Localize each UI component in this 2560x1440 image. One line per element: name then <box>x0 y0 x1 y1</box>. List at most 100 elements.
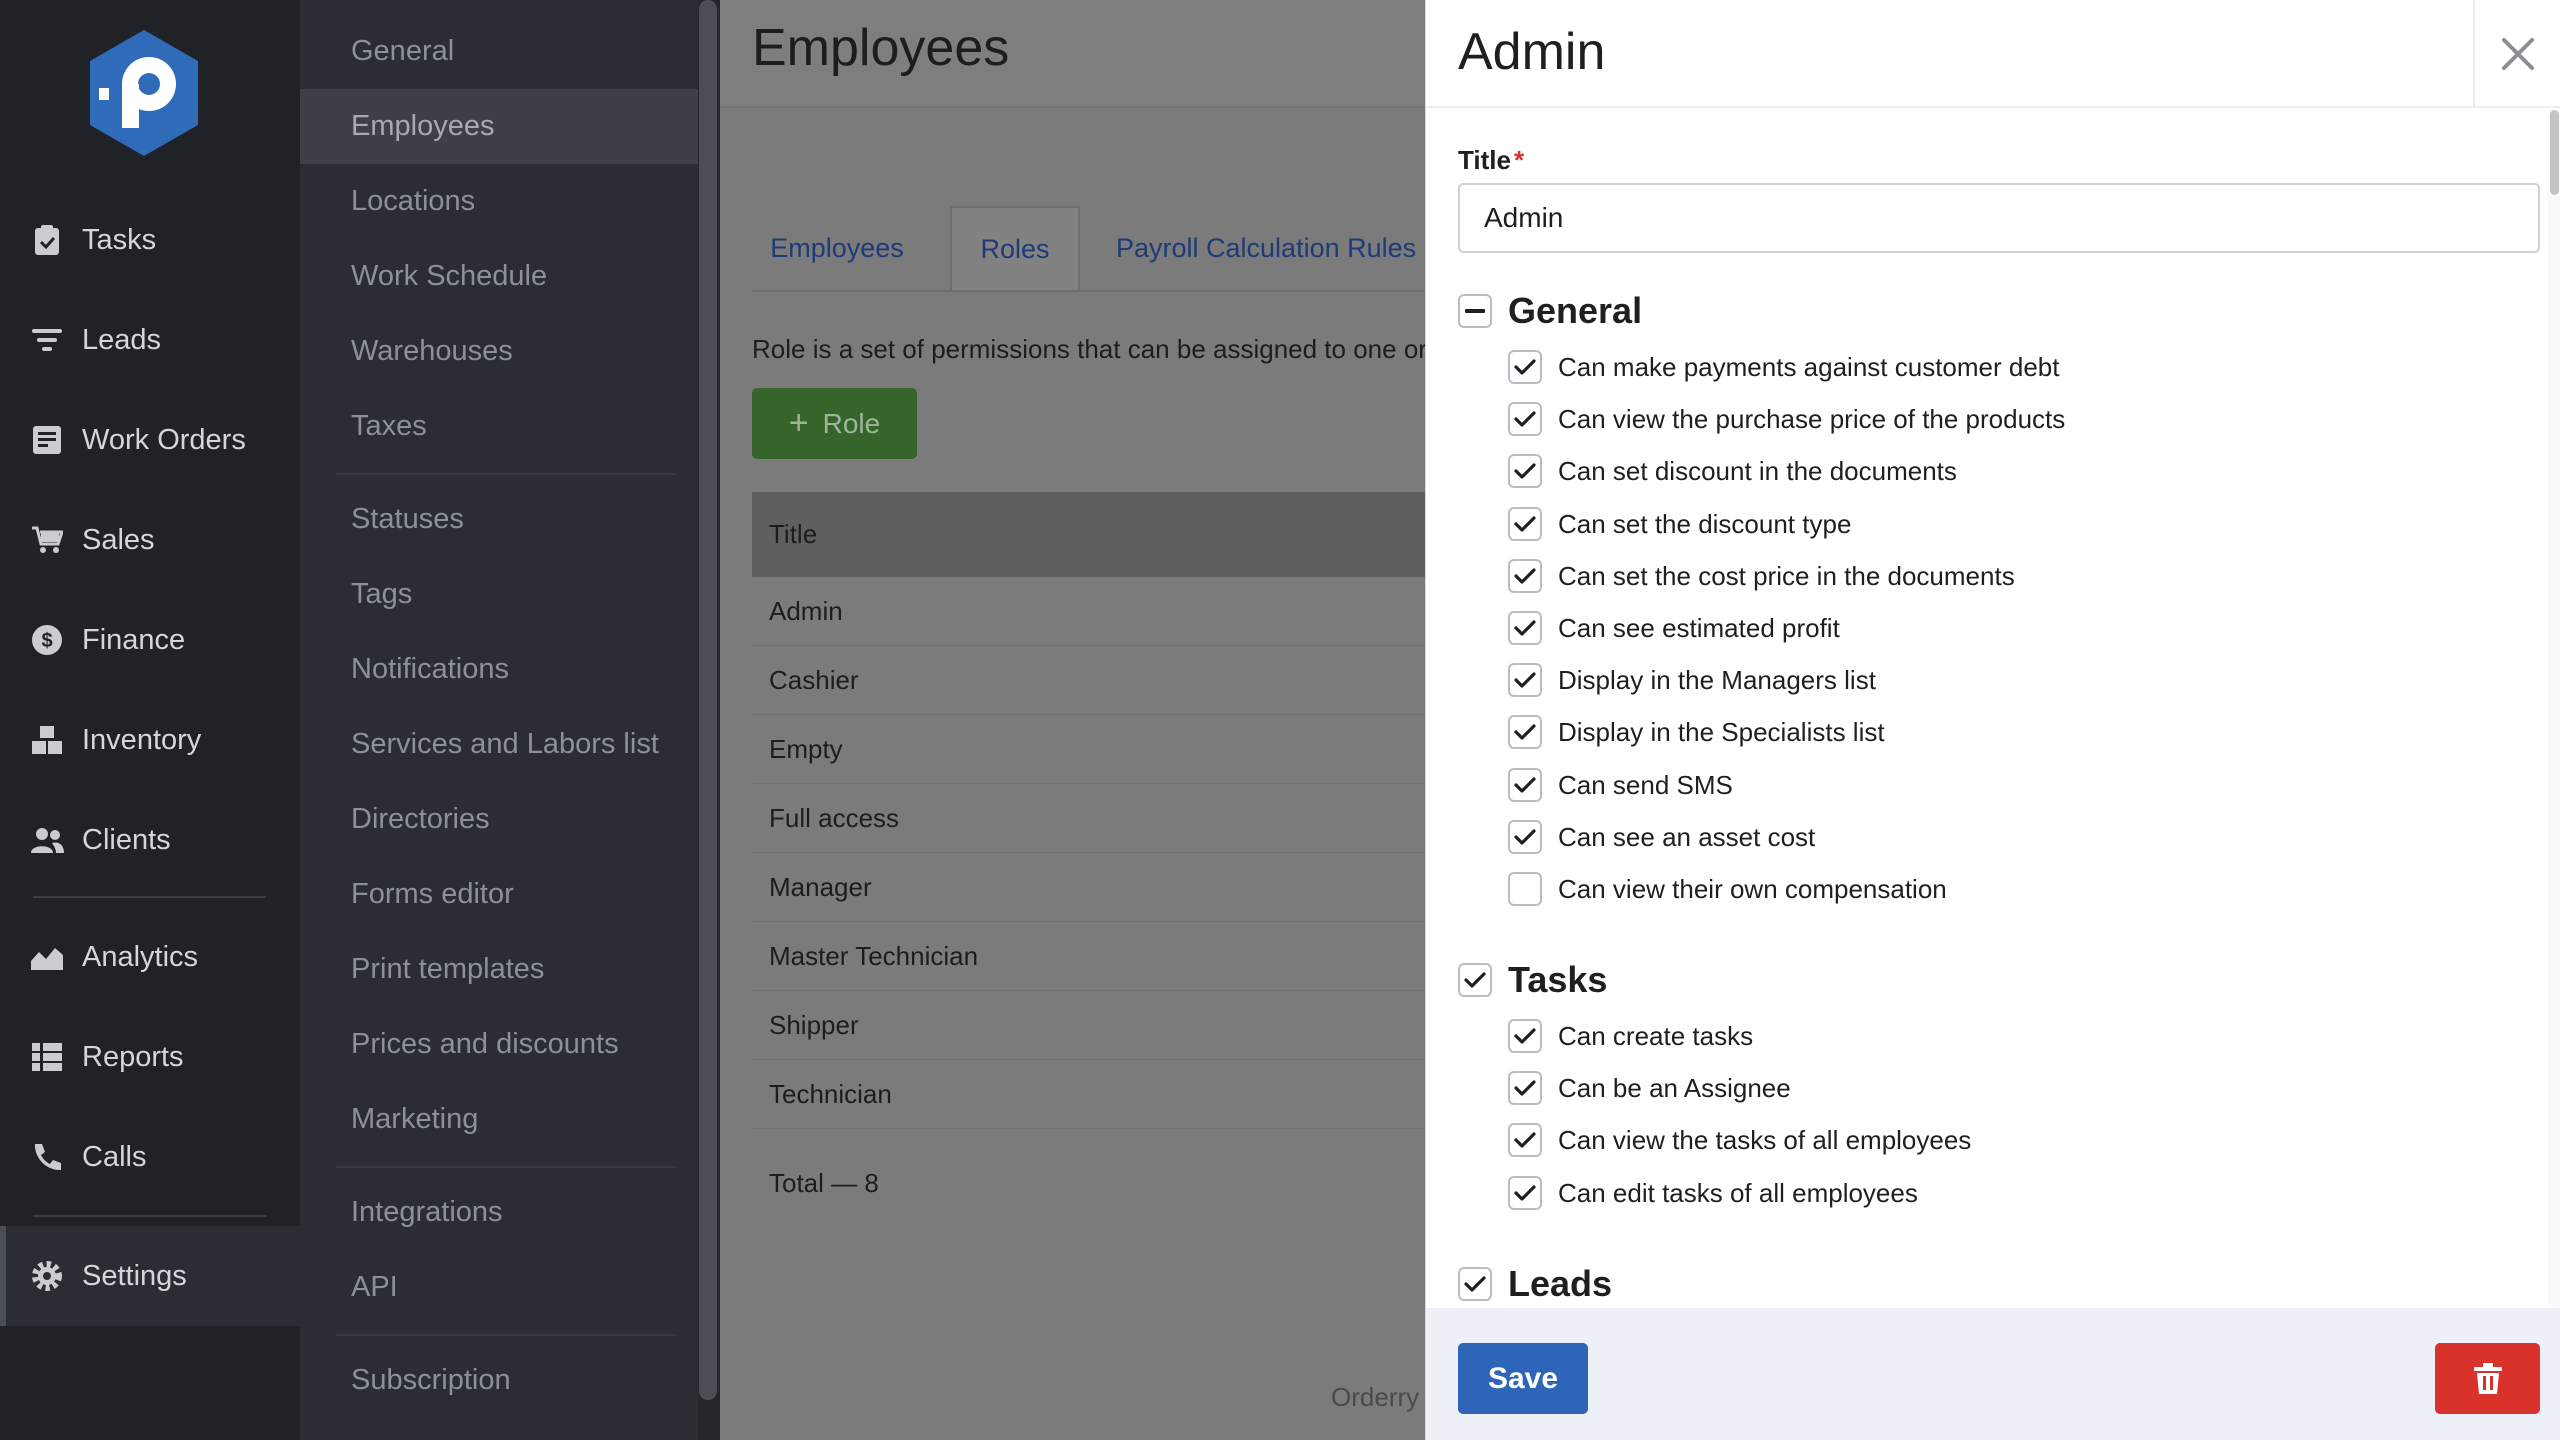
permission-item[interactable]: Can view the tasks of all employees <box>1508 1120 1971 1160</box>
nav-item-label: Work Orders <box>82 423 246 456</box>
submenu-item-locations[interactable]: Locations <box>300 164 698 239</box>
submenu-item-prices-discounts[interactable]: Prices and discounts <box>300 1007 698 1082</box>
nav-item-sales[interactable]: Sales <box>0 490 300 590</box>
permission-item[interactable]: Can send SMS <box>1508 765 1733 805</box>
clipboard-check-icon <box>30 223 64 257</box>
section-partial-checkbox[interactable] <box>1458 294 1492 328</box>
permission-checkbox[interactable] <box>1508 507 1542 541</box>
permission-checkbox[interactable] <box>1508 1176 1542 1210</box>
tab-payroll-rules[interactable]: Payroll Calculation Rules <box>1100 206 1425 291</box>
submenu-divider <box>336 1166 676 1168</box>
permission-checkbox[interactable] <box>1508 1019 1542 1053</box>
save-button[interactable]: Save <box>1458 1343 1588 1414</box>
permission-label: Can send SMS <box>1558 769 1733 800</box>
permission-checkbox[interactable] <box>1508 1123 1542 1157</box>
submenu-item-statuses[interactable]: Statuses <box>300 482 698 557</box>
submenu-item-services-labors[interactable]: Services and Labors list <box>300 707 698 782</box>
permission-item[interactable]: Display in the Specialists list <box>1508 712 1885 752</box>
table-row[interactable]: Manager <box>752 853 1425 922</box>
permission-item[interactable]: Can set discount in the documents <box>1508 451 1957 491</box>
title-input[interactable] <box>1458 183 2540 253</box>
plus-icon: + <box>788 404 809 442</box>
submenu-item-general[interactable]: General <box>300 14 698 89</box>
permission-checkbox[interactable] <box>1508 454 1542 488</box>
submenu-item-api[interactable]: API <box>300 1250 698 1325</box>
gear-icon <box>30 1259 64 1293</box>
section-tasks: Tasks <box>1458 959 1607 1001</box>
permission-item[interactable]: Can see estimated profit <box>1508 608 1840 648</box>
section-checkbox[interactable] <box>1458 1267 1492 1301</box>
close-button[interactable] <box>2473 0 2560 108</box>
table-row[interactable]: Shipper <box>752 991 1425 1060</box>
permission-checkbox[interactable] <box>1508 350 1542 384</box>
permission-item[interactable]: Can set the discount type <box>1508 504 1851 544</box>
permission-item[interactable]: Can edit tasks of all employees <box>1508 1173 1918 1213</box>
submenu-item-forms-editor[interactable]: Forms editor <box>300 857 698 932</box>
submenu-item-notifications[interactable]: Notifications <box>300 632 698 707</box>
delete-button[interactable] <box>2435 1343 2540 1414</box>
nav-item-calls[interactable]: Calls <box>0 1107 300 1207</box>
table-row[interactable]: Empty <box>752 715 1425 784</box>
nav-item-clients[interactable]: Clients <box>0 790 300 890</box>
add-role-label: Role <box>822 407 881 439</box>
nav-item-reports[interactable]: Reports <box>0 1007 300 1107</box>
permission-label: Can edit tasks of all employees <box>1558 1177 1918 1208</box>
tab-roles[interactable]: Roles <box>950 206 1080 291</box>
nav-item-inventory[interactable]: Inventory <box>0 690 300 790</box>
nav-item-leads[interactable]: Leads <box>0 290 300 390</box>
panel-footer: Save <box>1426 1308 2560 1440</box>
add-role-button[interactable]: + Role <box>752 388 917 459</box>
permission-checkbox[interactable] <box>1508 768 1542 802</box>
permission-checkbox[interactable] <box>1508 559 1542 593</box>
roles-total: Total — 8 <box>769 1168 879 1198</box>
panel-scrollbar-thumb[interactable] <box>2550 110 2559 195</box>
submenu-item-taxes[interactable]: Taxes <box>300 389 698 464</box>
permission-checkbox[interactable] <box>1508 872 1542 906</box>
nav-divider <box>33 1215 266 1217</box>
permission-checkbox[interactable] <box>1508 663 1542 697</box>
panel-header: Admin <box>1426 0 2560 108</box>
submenu-item-marketing[interactable]: Marketing <box>300 1082 698 1157</box>
submenu-scrollbar-thumb[interactable] <box>699 0 717 1400</box>
permission-label: Can see an asset cost <box>1558 821 1816 852</box>
nav-item-finance[interactable]: $ Finance <box>0 590 300 690</box>
permission-checkbox[interactable] <box>1508 611 1542 645</box>
submenu-item-integrations[interactable]: Integrations <box>300 1175 698 1250</box>
permission-label: Can create tasks <box>1558 1020 1754 1051</box>
section-title: Leads <box>1508 1263 1613 1304</box>
submenu-item-directories[interactable]: Directories <box>300 782 698 857</box>
main-header: Employees <box>720 0 1425 108</box>
permission-item[interactable]: Can create tasks <box>1508 1016 1753 1056</box>
permission-checkbox[interactable] <box>1508 820 1542 854</box>
nav-item-work-orders[interactable]: Work Orders <box>0 390 300 490</box>
table-row[interactable]: Technician <box>752 1060 1425 1129</box>
nav-item-analytics[interactable]: Analytics <box>0 907 300 1007</box>
permission-item[interactable]: Can view their own compensation <box>1508 869 1947 909</box>
tab-employees[interactable]: Employees <box>752 206 922 291</box>
nav-item-tasks[interactable]: Tasks <box>0 190 300 290</box>
table-row[interactable]: Master Technician <box>752 922 1425 991</box>
submenu-item-employees[interactable]: Employees <box>300 89 698 164</box>
app-logo[interactable] <box>85 28 203 158</box>
section-checkbox[interactable] <box>1458 963 1492 997</box>
table-row[interactable]: Cashier <box>752 646 1425 715</box>
table-row[interactable]: Full access <box>752 784 1425 853</box>
table-row[interactable]: Admin <box>752 577 1425 646</box>
permission-checkbox[interactable] <box>1508 715 1542 749</box>
permission-item[interactable]: Can view the purchase price of the produ… <box>1508 399 2065 439</box>
permission-item[interactable]: Can see an asset cost <box>1508 817 1815 857</box>
permission-item[interactable]: Can make payments against customer debt <box>1508 347 2059 387</box>
permission-item[interactable]: Display in the Managers list <box>1508 660 1876 700</box>
nav-item-settings[interactable]: Settings <box>0 1226 300 1326</box>
permission-item[interactable]: Can set the cost price in the documents <box>1508 556 2015 596</box>
permission-checkbox[interactable] <box>1508 402 1542 436</box>
permission-item[interactable]: Can be an Assignee <box>1508 1068 1791 1108</box>
panel-scrollbar[interactable] <box>2548 108 2560 1308</box>
submenu-item-tags[interactable]: Tags <box>300 557 698 632</box>
submenu-item-warehouses[interactable]: Warehouses <box>300 314 698 389</box>
submenu-item-subscription[interactable]: Subscription <box>300 1343 698 1418</box>
submenu-item-work-schedule[interactable]: Work Schedule <box>300 239 698 314</box>
submenu-item-print-templates[interactable]: Print templates <box>300 932 698 1007</box>
permission-label: Can set the cost price in the documents <box>1558 560 2015 591</box>
permission-checkbox[interactable] <box>1508 1071 1542 1105</box>
